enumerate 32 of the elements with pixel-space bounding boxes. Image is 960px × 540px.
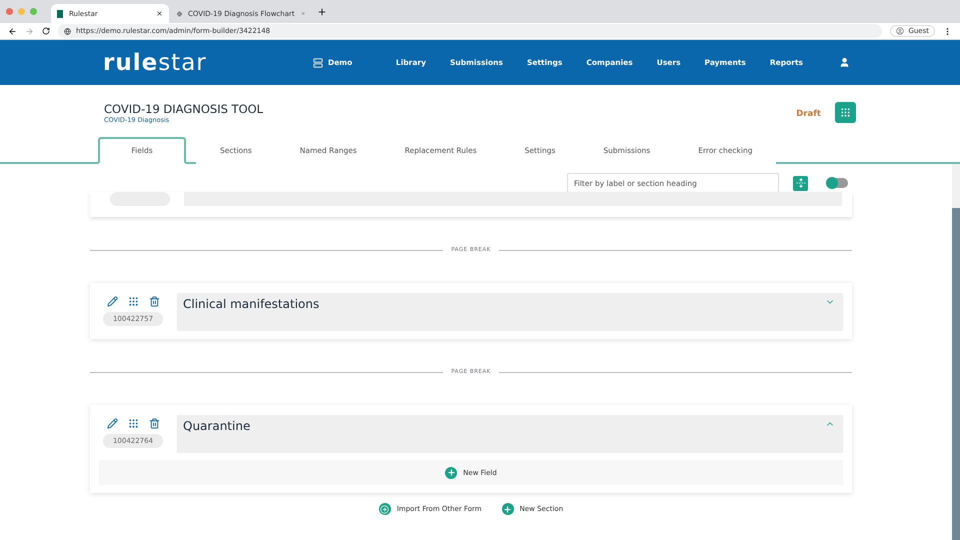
grid-icon[interactable] xyxy=(128,418,138,429)
delete-icon[interactable] xyxy=(148,418,160,429)
toggle-switch[interactable] xyxy=(828,178,848,188)
grid-icon xyxy=(840,107,851,118)
globe-icon xyxy=(64,28,71,34)
app-logo-icon xyxy=(57,10,63,18)
apps-button[interactable] xyxy=(835,102,856,123)
section-heading[interactable]: Quarantine xyxy=(177,415,843,453)
section-heading[interactable]: Clinical manifestations xyxy=(177,293,843,331)
reload-icon xyxy=(42,27,50,35)
edit-icon[interactable] xyxy=(106,296,118,307)
edit-icon[interactable] xyxy=(106,418,118,429)
back-icon xyxy=(8,26,17,36)
close-icon xyxy=(300,10,305,17)
scrollbar-thumb[interactable] xyxy=(952,208,960,540)
unfold-icon xyxy=(796,178,806,188)
forward-icon xyxy=(25,26,34,36)
plus-icon xyxy=(502,503,514,515)
status-label: Draft xyxy=(796,109,821,119)
logo[interactable]: rulestar xyxy=(103,50,313,76)
form-title: COVID-19 DIAGNOSIS TOOL xyxy=(104,102,264,116)
delete-icon[interactable] xyxy=(148,296,160,307)
import-icon xyxy=(378,503,391,515)
expand-collapse-button[interactable] xyxy=(793,176,808,190)
user-icon[interactable] xyxy=(839,57,850,68)
globe-icon xyxy=(177,10,182,18)
close-icon xyxy=(156,10,163,17)
plus-icon xyxy=(445,466,458,478)
server-icon xyxy=(313,58,323,68)
user-icon xyxy=(896,27,904,35)
grid-icon[interactable] xyxy=(128,296,138,307)
new-tab-icon xyxy=(317,6,327,16)
